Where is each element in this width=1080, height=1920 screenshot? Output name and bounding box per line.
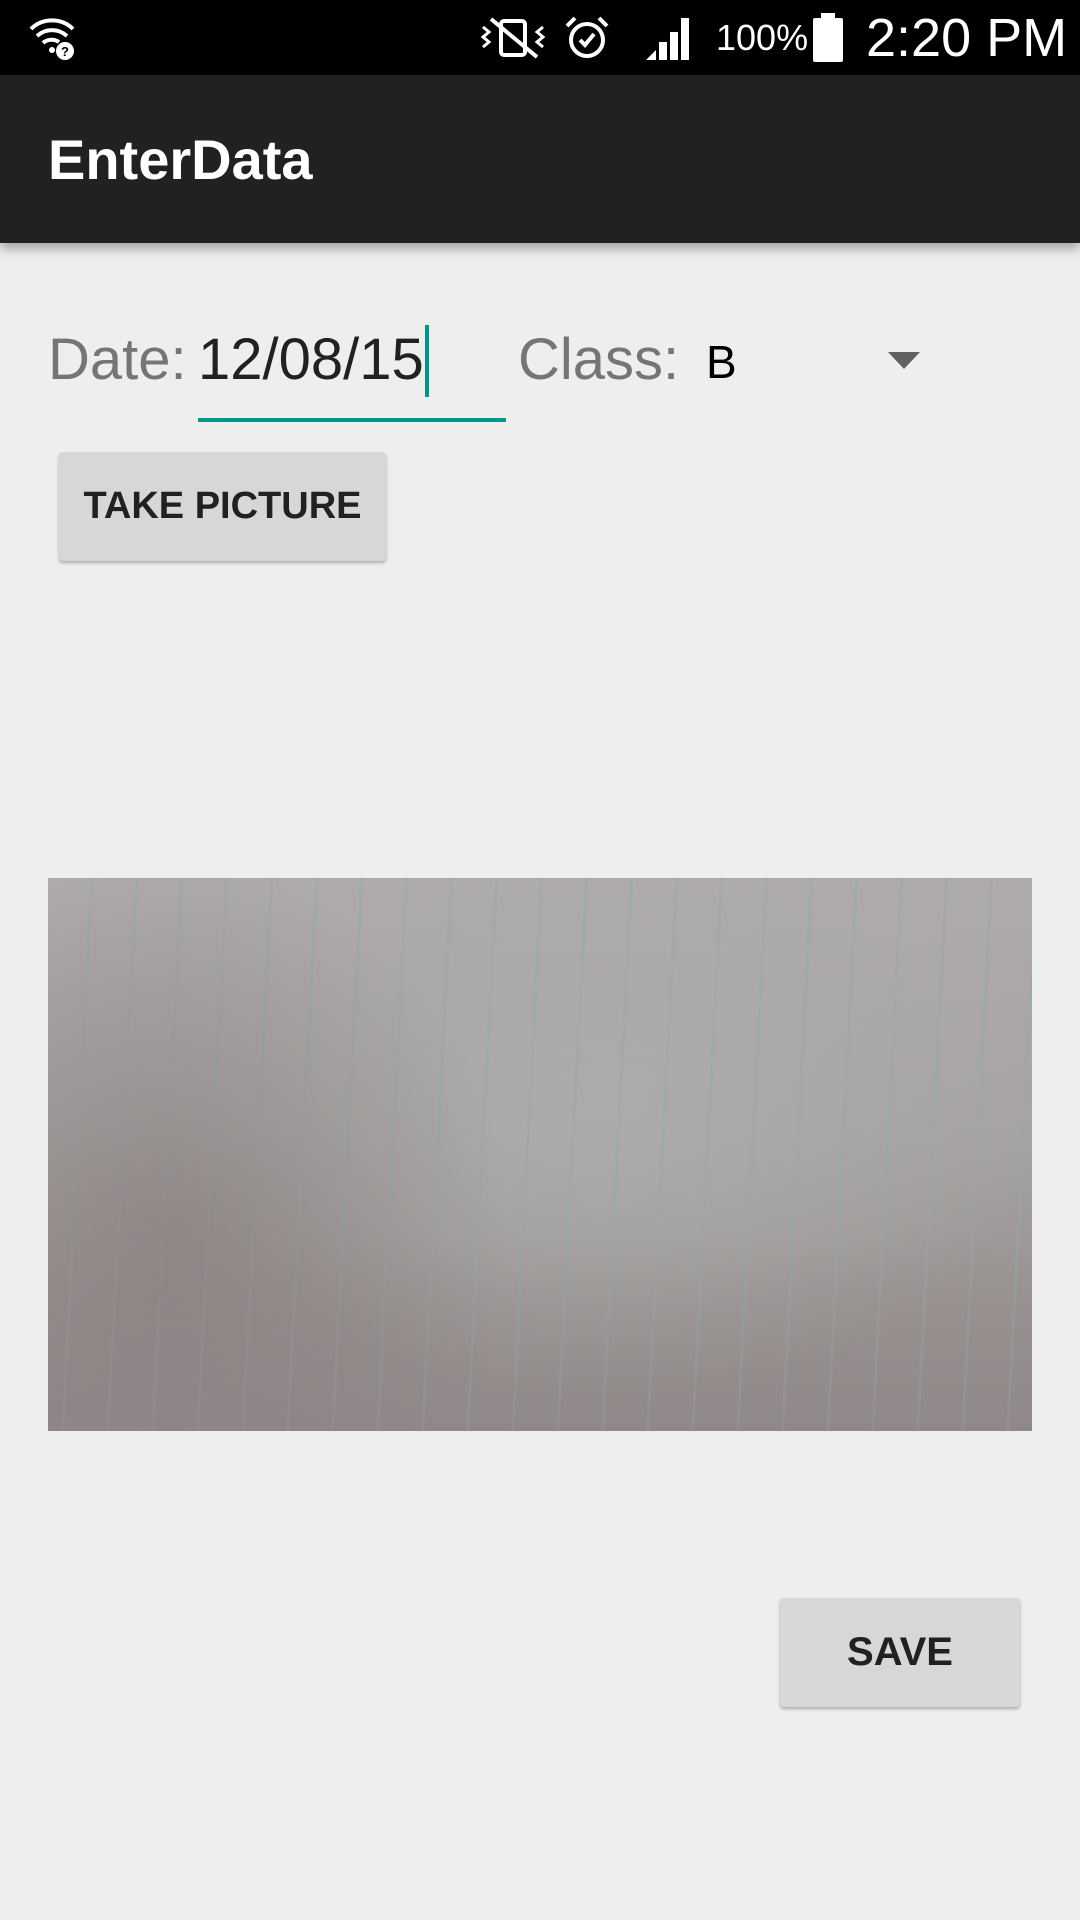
battery-percent: 100% bbox=[716, 16, 809, 58]
photo-shadow-bottom bbox=[48, 1237, 1032, 1431]
battery-icon bbox=[808, 0, 848, 75]
class-label: Class: bbox=[518, 327, 680, 392]
vibrate-off-icon bbox=[476, 0, 550, 75]
class-dropdown-value: B bbox=[706, 336, 737, 388]
date-label: Date: bbox=[48, 327, 187, 392]
status-bar: ? 100% 2:20 PM bbox=[0, 0, 1080, 75]
captured-photo bbox=[48, 878, 1032, 1431]
app-bar: EnterData bbox=[0, 75, 1080, 243]
svg-text:?: ? bbox=[61, 44, 69, 59]
signal-icon bbox=[640, 0, 696, 75]
app-title: EnterData bbox=[48, 127, 313, 191]
text-cursor bbox=[424, 325, 429, 397]
clock: 2:20 PM bbox=[866, 7, 1068, 68]
wifi-question-icon: ? bbox=[26, 0, 78, 75]
date-input-value: 12/08/15 bbox=[198, 325, 429, 397]
date-input[interactable]: 12/08/15 bbox=[198, 316, 506, 422]
take-picture-button[interactable]: TAKE PICTURE bbox=[59, 452, 386, 561]
class-dropdown[interactable]: B bbox=[690, 318, 930, 408]
alarm-icon bbox=[562, 0, 612, 75]
save-button[interactable]: SAVE bbox=[780, 1598, 1020, 1707]
dropdown-arrow-icon bbox=[888, 352, 920, 369]
